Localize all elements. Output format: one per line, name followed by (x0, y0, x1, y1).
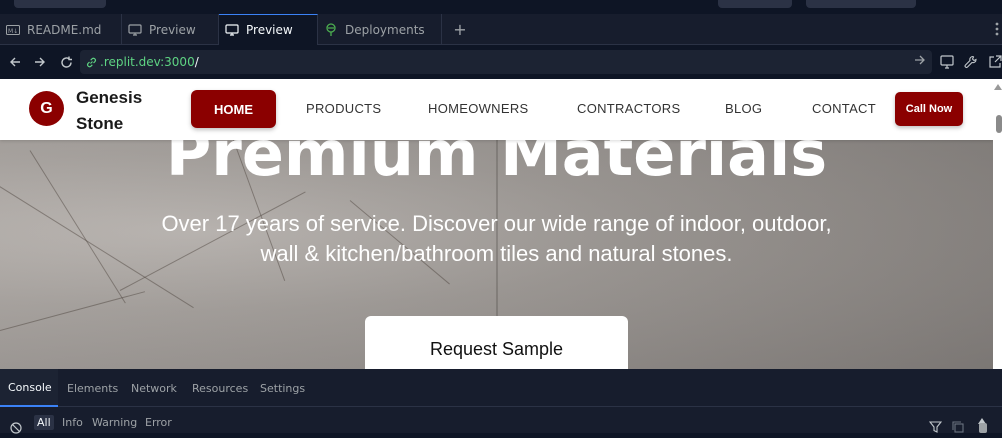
tab-label: Deployments (345, 22, 425, 37)
tab-label: README.md (27, 22, 102, 37)
devtools-tab-resources[interactable]: Resources (184, 369, 256, 407)
clear-console-icon[interactable] (10, 419, 22, 438)
preview-toolbar: .replit.dev:3000/ (0, 45, 1002, 79)
top-strip-tab[interactable] (14, 0, 106, 8)
editor-tab-bar: M↓ README.md Preview Preview Deployments (0, 14, 1002, 45)
deployments-icon (324, 23, 338, 36)
monitor-icon (128, 23, 142, 36)
site-header: G Genesis Stone HOME PRODUCTS HOMEOWNERS… (0, 79, 993, 140)
top-strip-button[interactable] (806, 0, 916, 8)
scrollbar-thumb[interactable] (996, 115, 1002, 133)
nav-products[interactable]: PRODUCTS (306, 101, 381, 116)
devtools-tab-elements[interactable]: Elements (59, 369, 126, 407)
nav-blog[interactable]: BLOG (725, 101, 762, 116)
devtools-tab-bar: Console Elements Network Resources Setti… (0, 369, 1002, 407)
nav-contractors[interactable]: CONTRACTORS (577, 101, 680, 116)
top-strip-button[interactable] (718, 0, 792, 8)
url-path: / (194, 55, 199, 69)
devtools-tab-network[interactable]: Network (123, 369, 185, 407)
filter-info[interactable]: Info (62, 416, 83, 429)
nav-contact[interactable]: CONTACT (812, 101, 876, 116)
copy-icon[interactable] (952, 418, 964, 437)
new-tab-button[interactable]: + (452, 14, 468, 45)
svg-text:M↓: M↓ (8, 28, 18, 35)
link-icon (86, 57, 97, 68)
wrench-icon[interactable] (964, 54, 980, 70)
url-input[interactable]: .replit.dev:3000/ (80, 50, 932, 74)
preview-viewport: Premium Materials Over 17 years of servi… (0, 79, 993, 369)
filter-error[interactable]: Error (145, 416, 172, 429)
devtools-tab-settings[interactable]: Settings (252, 369, 313, 407)
device-preview-icon[interactable] (940, 54, 956, 70)
request-sample-button[interactable]: Request Sample (365, 316, 628, 369)
monitor-icon (225, 24, 239, 36)
tab-label: Preview (149, 22, 196, 37)
logo-badge[interactable]: G (29, 91, 64, 126)
hero-subtitle: Over 17 years of service. Discover our w… (161, 211, 832, 266)
go-arrow-icon[interactable] (914, 54, 926, 69)
scroll-up-arrow-icon[interactable] (994, 84, 1002, 90)
devtools-scrollbar-thumb[interactable] (979, 423, 987, 433)
tab-readme[interactable]: M↓ README.md (0, 14, 122, 45)
filter-all[interactable]: All (34, 415, 54, 430)
url-host: .replit.dev:3000 (100, 55, 195, 69)
forward-arrow-icon[interactable] (32, 54, 48, 70)
back-arrow-icon[interactable] (7, 54, 23, 70)
window-top-strip (0, 0, 1002, 14)
devtools-panel: Console Elements Network Resources Setti… (0, 369, 1002, 434)
logo-name[interactable]: Genesis Stone (76, 85, 166, 137)
tab-label: Preview (246, 23, 293, 37)
filter-funnel-icon[interactable] (928, 418, 943, 437)
reload-icon[interactable] (58, 54, 74, 70)
devtools-tab-console[interactable]: Console (0, 369, 58, 407)
filter-warning[interactable]: Warning (92, 416, 137, 429)
nav-home[interactable]: HOME (191, 90, 276, 128)
call-now-button[interactable]: Call Now (895, 92, 963, 126)
open-new-window-icon[interactable] (988, 54, 1002, 70)
marble-vein (0, 291, 146, 331)
tab-preview-active[interactable]: Preview (219, 14, 318, 45)
nav-homeowners[interactable]: HOMEOWNERS (428, 101, 529, 116)
more-options-icon[interactable] (992, 20, 1002, 38)
markdown-file-icon: M↓ (6, 24, 20, 36)
tab-deployments[interactable]: Deployments (318, 14, 442, 45)
tab-preview[interactable]: Preview (122, 14, 219, 45)
